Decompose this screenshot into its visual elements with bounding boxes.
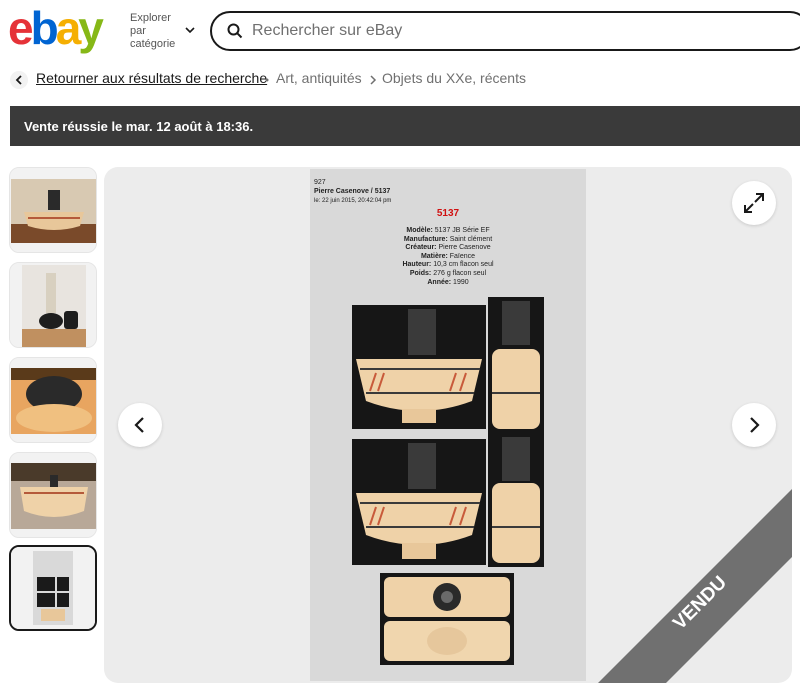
breadcrumb-item-art[interactable]: Art, antiquités: [276, 70, 362, 86]
thumbnail-image: [11, 547, 95, 629]
expand-icon: [744, 193, 764, 213]
search-icon: [227, 23, 243, 39]
doc-specs: Modèle: 5137 JB Série EF Manufacture: Sa…: [402, 227, 494, 286]
chevron-right-icon: [370, 75, 377, 85]
breadcrumb-item-objets[interactable]: Objets du XXe, récents: [382, 70, 526, 86]
explore-by-category-button[interactable]: Explorer par catégorie: [130, 12, 200, 51]
product-photos: [352, 297, 544, 665]
explore-label-line1: Explorer: [130, 12, 171, 24]
thumbnail-3[interactable]: [9, 357, 97, 443]
sold-ribbon-label: VENDU: [669, 572, 731, 634]
logo-letter-b: b: [31, 4, 58, 54]
header: ebay Explorer par catégorie: [0, 0, 800, 62]
thumbnail-2[interactable]: [9, 262, 97, 348]
thumbnail-1[interactable]: [9, 167, 97, 253]
thumbnail-image: [10, 453, 96, 537]
chevron-left-icon: [134, 417, 144, 433]
expand-image-button[interactable]: [732, 181, 776, 225]
thumbnail-5[interactable]: [9, 545, 97, 631]
doc-date: 22 juin 2015, 20:42:04 pm: [322, 198, 392, 204]
back-button[interactable]: [10, 71, 28, 89]
thumbnail-image: [10, 358, 96, 442]
chevron-right-icon: [750, 417, 760, 433]
back-to-results-link[interactable]: Retourner aux résultats de recherche: [36, 70, 267, 86]
logo-letter-y: y: [78, 4, 104, 54]
chevron-down-icon: [185, 27, 195, 34]
thumbnail-4[interactable]: [9, 452, 97, 538]
next-image-button[interactable]: [732, 403, 776, 447]
thumbnail-image: [10, 168, 96, 252]
explore-label-line3: catégorie: [130, 38, 176, 50]
item-photo: 927 Pierre Casenove / 5137 le: 22 juin 2…: [310, 169, 586, 681]
sold-banner: Vente réussie le mar. 12 août à 18:36.: [10, 106, 800, 146]
thumbnail-image: [10, 263, 96, 347]
separator-dot: [265, 78, 269, 82]
doc-date-label: le:: [314, 198, 321, 204]
svg-text:ebay: ebay: [8, 4, 104, 54]
ebay-logo[interactable]: ebay: [8, 2, 118, 56]
main-image-viewer[interactable]: 927 Pierre Casenove / 5137 le: 22 juin 2…: [104, 167, 792, 683]
search-bar[interactable]: [210, 11, 800, 51]
doc-id: 927: [314, 179, 326, 186]
search-input[interactable]: [252, 19, 752, 43]
doc-model-number: 5137: [436, 208, 460, 219]
sold-banner-text: Vente réussie le mar. 12 août à 18:36.: [24, 119, 254, 134]
chevron-left-icon: [15, 75, 22, 85]
logo-letter-e: e: [8, 4, 33, 54]
previous-image-button[interactable]: [118, 403, 162, 447]
doc-title: Pierre Casenove / 5137: [314, 188, 391, 195]
